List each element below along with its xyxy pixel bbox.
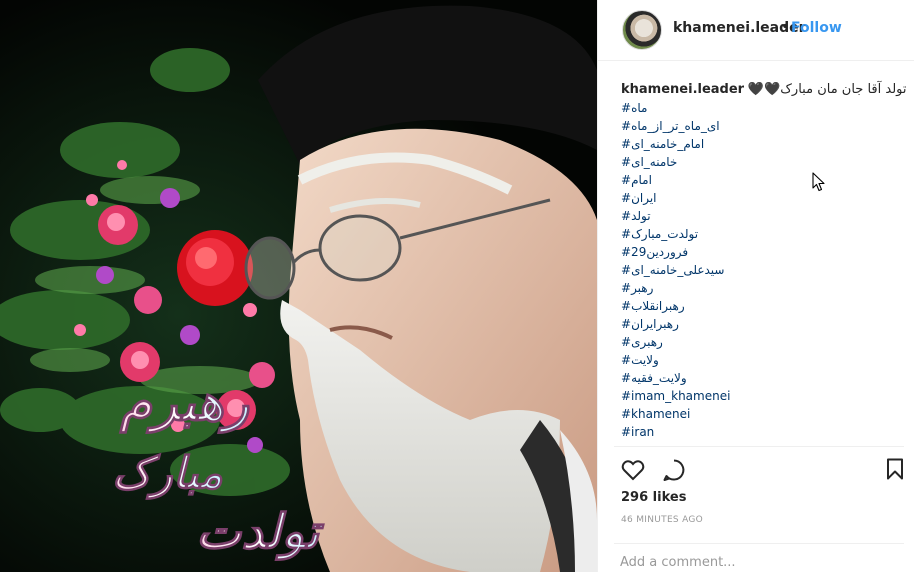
hashtag-link[interactable]: #ایران [621,189,906,207]
hashtag-link[interactable]: #ای_ماه_تر_از_ماه [621,117,906,135]
instagram-post: رهبرم مبارک تولدت khamenei.leader • Foll… [0,0,914,572]
likes-count[interactable]: 296 likes [621,490,686,505]
hashtag-link[interactable]: #سیدعلی_خامنه_ای [621,261,906,279]
avatar[interactable] [622,10,662,50]
hashtag-link[interactable]: #ماه [621,99,906,117]
hashtag-link[interactable]: #iran [621,423,906,441]
hashtag-link[interactable]: #امام [621,171,906,189]
hashtag-link[interactable]: #رهبری [621,333,906,351]
hashtag-link[interactable]: #ولایت_فقیه [621,369,906,387]
bookmark-icon[interactable] [886,458,904,484]
post-sidebar: khamenei.leader • Follow khamenei.leader… [597,0,914,572]
post-header: khamenei.leader • Follow [598,0,914,61]
overlay-text-2: مبارک [112,448,223,500]
add-comment-input[interactable] [620,552,900,572]
follow-button[interactable]: Follow [791,20,842,36]
caption-text: 🖤🖤تولد آقا جان مان مبارک🖤🖤 [747,82,906,97]
hashtag-link[interactable]: #رهبرایران [621,315,906,333]
hashtag-link[interactable]: #ولایت [621,351,906,369]
comments-area[interactable]: khamenei.leader 🖤🖤تولد آقا جان مان مبارک… [621,80,906,444]
hashtag-link[interactable]: #leader [621,441,906,444]
hashtag-link[interactable]: #رهبرانقلاب [621,297,906,315]
actions-divider [614,446,904,447]
caption-username[interactable]: khamenei.leader [621,82,744,97]
hashtag-link[interactable]: #تولدت_مبارک [621,225,906,243]
hashtag-link[interactable]: #امام_خامنه_ای [621,135,906,153]
speech-bubble-icon[interactable] [662,458,686,486]
header-separator: • [781,19,790,35]
hashtag-link[interactable]: #تولد [621,207,906,225]
heart-outline-icon[interactable] [621,459,645,485]
hashtag-link[interactable]: #29فروردین [621,243,906,261]
mouse-cursor-icon [812,172,826,196]
overlay-text-1: رهبرم [119,372,250,434]
hashtag-link[interactable]: #خامنه_ای [621,153,906,171]
post-photo-artwork: رهبرم مبارک تولدت [0,0,597,572]
overlay-text-3: تولدت [196,504,325,561]
post-timestamp[interactable]: 46 MINUTES AGO [621,515,703,525]
hashtag-list: #ماه #ای_ماه_تر_از_ماه #امام_خامنه_ای #خامن… [621,99,906,444]
hashtag-link[interactable]: #khamenei [621,405,906,423]
post-photo[interactable]: رهبرم مبارک تولدت [0,0,597,572]
hashtag-link[interactable]: #imam_khamenei [621,387,906,405]
caption: khamenei.leader 🖤🖤تولد آقا جان مان مبارک… [621,80,906,99]
hashtag-link[interactable]: #رهبر [621,279,906,297]
comment-divider [614,543,904,544]
